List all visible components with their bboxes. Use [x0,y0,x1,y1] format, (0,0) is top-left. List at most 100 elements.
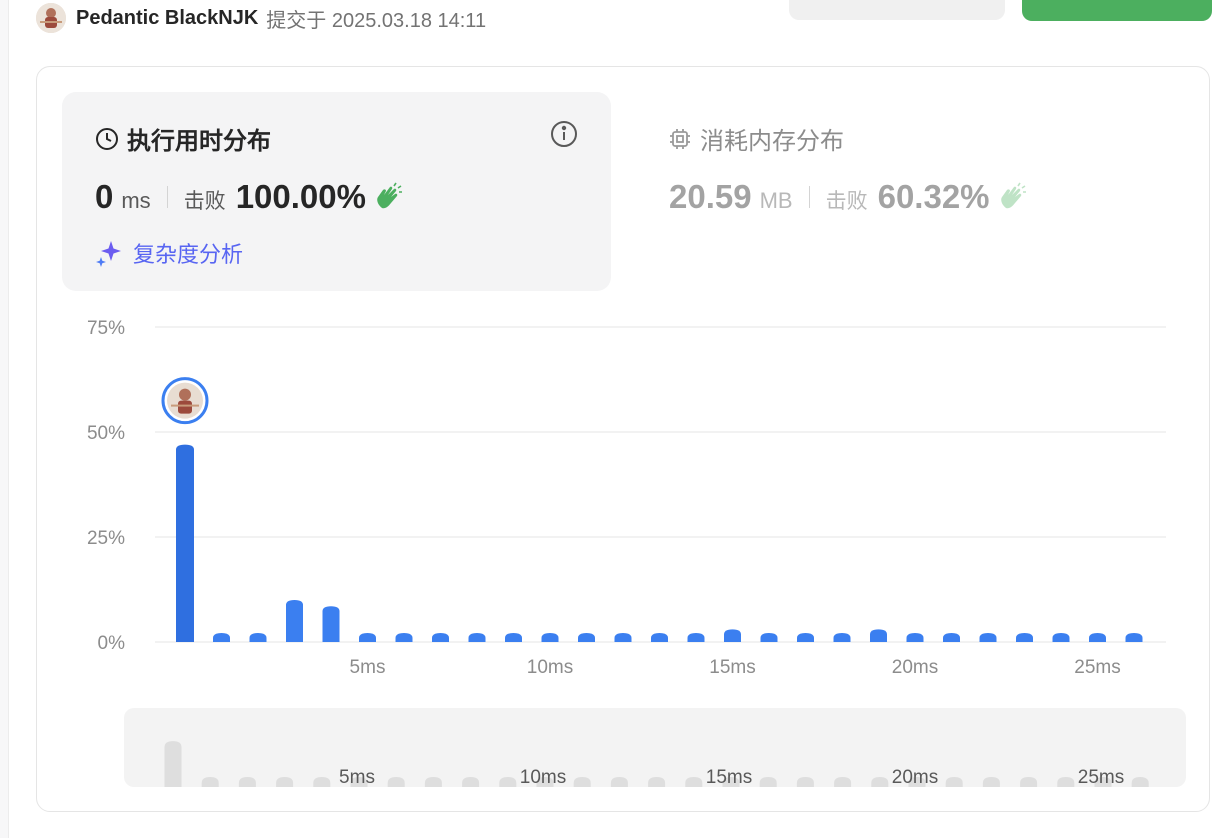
x-tick-label: 20ms [892,657,938,678]
chart-bar [1125,633,1143,642]
mini-bar [1057,777,1075,787]
chart-bar [724,629,741,642]
mini-bar [238,777,256,787]
divider [166,186,168,208]
mini-bar [834,777,852,787]
chart-bar [468,633,486,642]
memory-title[interactable]: 消耗内存分布 [668,121,844,156]
chart-bar [1089,633,1106,642]
avatar-staff [171,404,199,407]
chart-bar [359,633,376,642]
mini-bar [201,777,219,787]
mini-x-tick-label: 5ms [339,767,375,787]
mini-x-tick-label: 25ms [1078,767,1124,787]
mini-bar [424,777,442,787]
y-tick-label: 25% [87,528,125,549]
x-tick-label: 10ms [527,657,573,678]
submitted-time: 提交于 2025.03.18 14:11 [266,9,487,32]
y-tick-label: 0% [98,633,126,654]
mini-bar [648,777,666,787]
user-avatar[interactable] [36,3,66,33]
memory-beat-pct: 60.32% [877,178,990,215]
chart-bar [541,633,559,642]
edge-strip [0,0,9,838]
chart-bar [176,444,194,642]
mini-bar [796,777,814,787]
mini-bar [759,777,777,787]
mini-bar [945,777,963,787]
complexity-analysis-link[interactable]: 复杂度分析 [95,237,243,269]
x-tick-label: 5ms [350,657,386,678]
chart-bar [578,633,595,642]
mini-bar [499,777,517,787]
mini-bar [685,777,703,787]
mini-bar [871,777,889,787]
runtime-beat-pct: 100.00% [235,178,366,215]
overview-brush[interactable]: 5ms 10ms 15ms 20ms 25ms [124,708,1186,787]
x-tick-label: 15ms [709,657,755,678]
mini-bar [1131,777,1149,787]
mini-bar [276,777,294,787]
runtime-stats: 0 ms 击败 100.00% [95,178,404,216]
chart-bar [432,633,449,642]
chip-icon [668,127,692,151]
chart-bar [1016,633,1033,642]
mini-bar [573,777,591,787]
memory-beat-label: 击败 [825,190,868,213]
memory-unit: MB [759,188,793,213]
runtime-unit: ms [121,188,151,213]
y-tick-label: 75% [87,318,125,339]
mini-bar [462,777,480,787]
mini-bar [982,777,1000,787]
runtime-title: 执行用时分布 [95,121,271,156]
view-solution-button[interactable] [789,0,1005,20]
complexity-label: 复杂度分析 [133,242,244,267]
x-tick-label: 25ms [1074,657,1120,678]
mini-bar [313,777,331,787]
runtime-title-text: 执行用时分布 [127,128,271,155]
chart-bar [687,633,705,642]
divider [808,186,810,208]
chart-bar [249,633,267,642]
chart-bar [797,633,814,642]
chart-bar [833,633,851,642]
chart-bar [979,633,997,642]
chart-bar [760,633,778,642]
mini-bar [164,741,182,787]
runtime-value: 0 [95,178,114,215]
mini-bar [1020,777,1038,787]
chart-bar [213,633,230,642]
avatar-body [178,400,192,414]
chart-bar [286,600,303,642]
chart-bar [943,633,960,642]
username[interactable]: Pedantic BlackNJK [76,7,258,30]
runtime-distribution-chart[interactable]: 0% 25% 50% 75% 5ms 10ms 15ms 20ms 25ms [60,310,1190,690]
chart-bar [870,629,887,642]
clap-icon [374,182,404,212]
chart-bar [322,606,340,642]
clock-icon [95,127,119,151]
mini-x-tick-label: 15ms [706,767,752,787]
mini-x-tick-label: 20ms [892,767,938,787]
runtime-beat-label: 击败 [183,190,226,213]
mini-x-tick-label: 10ms [520,767,566,787]
your-result-avatar-marker [161,377,209,425]
avatar-head [179,388,191,401]
chart-bar [395,633,413,642]
mini-bar [387,777,405,787]
mini-bar [610,777,628,787]
clap-icon [998,182,1028,212]
y-tick-label: 50% [87,423,125,444]
chart-bar [651,633,668,642]
chart-bar [906,633,924,642]
sparkle-icon [95,239,123,267]
memory-title-text: 消耗内存分布 [700,128,844,155]
submission-header: Pedantic BlackNJK 提交于 2025.03.18 14:11 [36,0,486,36]
chart-bar [1052,633,1070,642]
chart-bar [614,633,632,642]
memory-value: 20.59 [669,178,752,215]
info-icon[interactable] [550,120,578,148]
write-solution-button[interactable] [1022,0,1212,21]
chart-bar [505,633,522,642]
memory-stats: 20.59 MB 击败 60.32% [669,178,1028,216]
